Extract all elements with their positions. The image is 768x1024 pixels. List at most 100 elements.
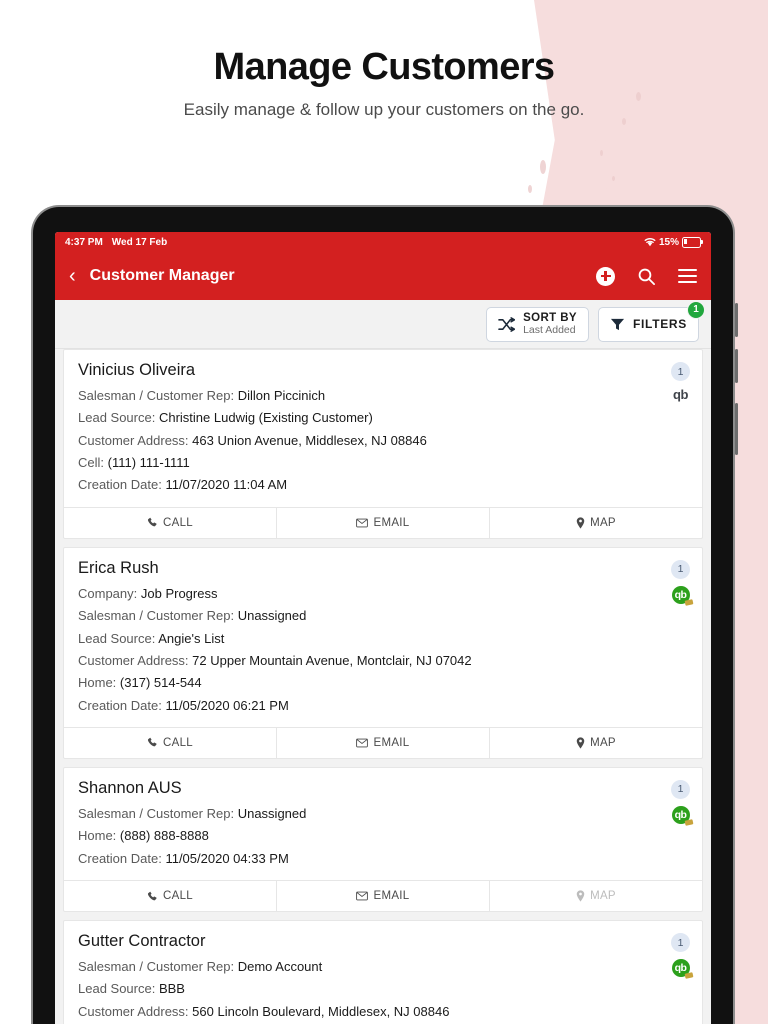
customer-card-actions: CALL EMAIL MAP <box>64 506 702 538</box>
sort-filter-toolbar: SORT BY Last Added FILTERS 1 <box>55 300 711 349</box>
status-date: Wed 17 Feb <box>111 236 168 248</box>
quickbooks-icon[interactable]: qb <box>673 388 688 401</box>
customer-field: Cell: (111) 111-1111 <box>78 452 688 474</box>
status-bar: 4:37 PM Wed 17 Feb 15% <box>55 232 711 252</box>
sort-by-value: Last Added <box>523 323 576 336</box>
job-count-badge: 1 <box>671 559 690 579</box>
customer-card-body: Vinicius Oliveira Salesman / Customer Rep… <box>64 350 702 507</box>
brush-speck <box>600 150 603 156</box>
funnel-icon <box>610 318 625 330</box>
phone-icon <box>147 517 158 528</box>
screenshot-stage: Manage Customers Easily manage & follow … <box>0 0 768 1024</box>
envelope-icon <box>356 518 369 528</box>
customer-card[interactable]: Gutter Contractor Salesman / Customer Rep… <box>63 920 703 1024</box>
email-button[interactable]: EMAIL <box>277 881 490 912</box>
customer-card-body: Gutter Contractor Salesman / Customer Rep… <box>64 921 702 1024</box>
customer-card-body: Shannon AUS Salesman / Customer Rep: Unas… <box>64 768 702 880</box>
email-button[interactable]: EMAIL <box>277 507 490 538</box>
search-icon[interactable] <box>637 267 656 286</box>
field-value: 11/05/2020 04:33 PM <box>165 850 289 866</box>
customer-field: Salesman / Customer Rep: Unassigned <box>78 605 688 627</box>
field-value: Angie's List <box>158 630 225 646</box>
field-value: Demo Account <box>237 959 323 975</box>
field-label: Company: <box>78 585 138 601</box>
map-label: MAP <box>590 890 616 903</box>
field-label: Creation Date: <box>78 850 162 866</box>
phone-icon <box>147 891 158 902</box>
customer-list[interactable]: Vinicius Oliveira Salesman / Customer Rep… <box>55 349 711 1024</box>
back-chevron-icon[interactable]: ‹ <box>69 266 76 286</box>
call-button[interactable]: CALL <box>64 881 277 912</box>
hamburger-menu-icon[interactable] <box>678 269 697 283</box>
field-value: 463 Union Avenue, Middlesex, NJ 08846 <box>192 432 427 448</box>
map-button[interactable]: MAP <box>490 728 702 758</box>
field-label: Lead Source: <box>78 630 156 646</box>
status-time: 4:37 PM <box>65 236 103 248</box>
call-button[interactable]: CALL <box>64 727 277 758</box>
brush-speck <box>540 160 546 174</box>
sort-by-button[interactable]: SORT BY Last Added <box>486 306 589 342</box>
field-label: Home: <box>78 675 117 691</box>
device-power-button <box>735 403 738 455</box>
customer-field: Company: Job Progress <box>78 583 688 605</box>
field-label: Home: <box>78 828 117 844</box>
call-button[interactable]: CALL <box>64 507 277 538</box>
tablet-device-frame: 4:37 PM Wed 17 Feb 15% ‹ Customer Manage… <box>33 207 738 1024</box>
field-value: Christine Ludwig (Existing Customer) <box>158 410 373 426</box>
brush-speck <box>528 185 532 193</box>
add-circle-icon[interactable] <box>596 266 615 286</box>
customer-card-actions: CALL EMAIL MAP <box>64 726 702 758</box>
customer-card-badges: 1 qb <box>671 933 690 978</box>
map-button: MAP <box>490 881 702 911</box>
customer-field: Creation Date: 11/05/2020 04:33 PM <box>78 848 688 870</box>
customer-field: Customer Address: 72 Upper Mountain Aven… <box>78 650 688 672</box>
email-label: EMAIL <box>373 890 410 903</box>
map-pin-icon <box>576 517 585 529</box>
customer-name: Gutter Contractor <box>78 932 206 951</box>
email-label: EMAIL <box>373 516 410 529</box>
quickbooks-synced-icon[interactable]: qb <box>671 959 690 978</box>
field-label: Creation Date: <box>78 697 162 713</box>
filters-label: FILTERS <box>632 317 687 331</box>
page-title: Manage Customers <box>213 46 556 88</box>
customer-card[interactable]: Vinicius Oliveira Salesman / Customer Rep… <box>63 349 703 539</box>
field-label: Salesman / Customer Rep: <box>78 388 235 403</box>
map-button[interactable]: MAP <box>490 508 702 538</box>
field-label: Cell: <box>78 455 105 471</box>
customer-field: Salesman / Customer Rep: Unassigned <box>78 803 688 825</box>
quickbooks-synced-icon[interactable]: qb <box>671 585 690 604</box>
field-value: (111) 111-1111 <box>107 455 190 471</box>
customer-field: Creation Date: 11/07/2020 11:04 AM <box>78 474 688 496</box>
field-label: Customer Address: <box>78 432 189 448</box>
sort-by-label: SORT BY <box>523 311 577 324</box>
tablet-screen: 4:37 PM Wed 17 Feb 15% ‹ Customer Manage… <box>55 232 711 1024</box>
customer-field: Lead Source: Christine Ludwig (Existing … <box>78 407 688 429</box>
map-label: MAP <box>590 736 616 749</box>
customer-card[interactable]: Erica Rush Company: Job Progress Salesman … <box>63 546 703 759</box>
email-button[interactable]: EMAIL <box>277 727 490 758</box>
field-label: Lead Source: <box>78 981 156 997</box>
customer-name: Shannon AUS <box>78 778 182 797</box>
phone-icon <box>147 737 158 748</box>
device-volume-button <box>735 349 738 383</box>
field-value: 11/05/2020 06:21 PM <box>165 697 289 713</box>
customer-field: Salesman / Customer Rep: Dillon Piccinic… <box>78 385 688 407</box>
field-value: BBB <box>158 981 185 997</box>
field-label: Lead Source: <box>78 410 156 426</box>
app-bar-title: Customer Manager <box>89 267 235 284</box>
field-value: Unassigned <box>237 805 307 821</box>
customer-field: Creation Date: 11/05/2020 06:21 PM <box>78 695 688 717</box>
customer-card[interactable]: Shannon AUS Salesman / Customer Rep: Unas… <box>63 766 703 913</box>
field-label: Customer Address: <box>78 1003 189 1019</box>
customer-name: Vinicius Oliveira <box>78 361 196 379</box>
field-value: 11/07/2020 11:04 AM <box>165 477 288 493</box>
email-label: EMAIL <box>373 736 410 749</box>
quickbooks-synced-icon[interactable]: qb <box>671 805 690 824</box>
filters-button[interactable]: FILTERS 1 <box>597 300 705 342</box>
map-label: MAP <box>590 516 616 529</box>
field-value: 560 Lincoln Boulevard, Middlesex, NJ 088… <box>192 1003 450 1019</box>
call-label: CALL <box>163 890 193 903</box>
field-value: 72 Upper Mountain Avenue, Montclair, NJ … <box>192 652 472 668</box>
field-value: (317) 514-544 <box>119 675 202 691</box>
customer-field: Home: (317) 514-544 <box>78 672 688 694</box>
